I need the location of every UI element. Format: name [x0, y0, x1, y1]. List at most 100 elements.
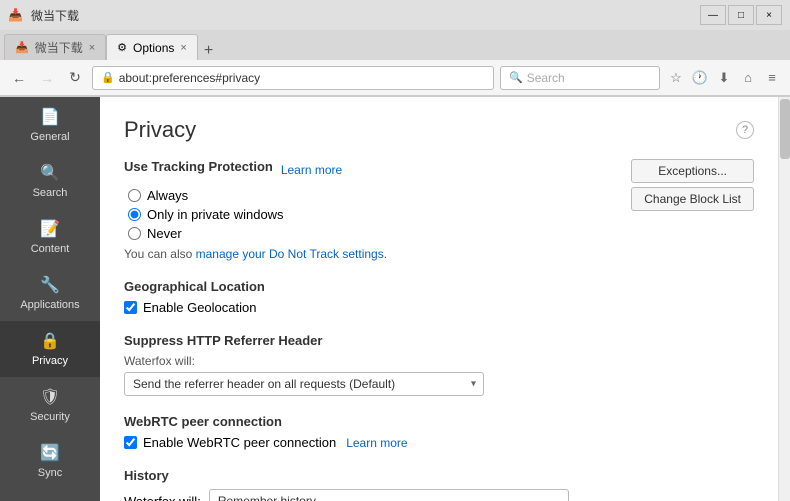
tab-options-favicon: ⚙	[117, 41, 127, 54]
security-icon: 🛡	[40, 387, 60, 407]
search-nav-icon: 🔍	[40, 163, 60, 183]
scrollbar-thumb[interactable]	[780, 99, 790, 159]
download-button[interactable]: ⬇	[714, 68, 734, 88]
sidebar-label-security: Security	[30, 411, 70, 423]
title-bar: 📥 微当下载 — □ ×	[0, 0, 790, 30]
privacy-icon: 🔒	[40, 331, 60, 351]
help-icon[interactable]: ?	[736, 121, 754, 139]
tab-xiadan[interactable]: 📥 微当下载 ×	[4, 34, 106, 60]
radio-never-input[interactable]	[128, 227, 141, 240]
radio-only-private-input[interactable]	[128, 208, 141, 221]
dnt-settings-link[interactable]: manage your Do Not Track settings	[196, 247, 384, 261]
tab-xiadan-favicon: 📥	[15, 41, 29, 54]
radio-only-private: Only in private windows	[128, 207, 387, 222]
sidebar-item-search[interactable]: 🔍 Search	[0, 153, 100, 209]
change-block-list-button[interactable]: Change Block List	[631, 187, 754, 211]
tab-options-close[interactable]: ×	[180, 42, 186, 54]
geo-checkbox[interactable]	[124, 301, 137, 314]
page-title: Privacy	[124, 117, 196, 143]
forward-button[interactable]: →	[36, 67, 58, 89]
sidebar-item-security[interactable]: 🛡 Security	[0, 377, 100, 433]
back-button[interactable]: ←	[8, 67, 30, 89]
tab-bar: 📥 微当下载 × ⚙ Options × +	[0, 30, 790, 60]
radio-always: Always	[128, 188, 387, 203]
tracking-protection-section: Use Tracking Protection Learn more Alway…	[124, 159, 754, 261]
exceptions-button[interactable]: Exceptions...	[631, 159, 754, 183]
url-bar[interactable]: 🔒 about:preferences#privacy	[92, 66, 494, 90]
window-controls: — □ ×	[700, 5, 782, 25]
tracking-header: Use Tracking Protection Learn more	[124, 159, 387, 180]
sidebar-label-general: General	[30, 131, 69, 143]
main-layout: 📄 General 🔍 Search 📝 Content 🔧 Applicati…	[0, 97, 790, 501]
referrer-select[interactable]: Send the referrer header on all requests…	[124, 372, 484, 396]
search-icon: 🔍	[509, 71, 523, 84]
sidebar-item-privacy[interactable]: 🔒 Privacy	[0, 321, 100, 377]
sidebar-label-applications: Applications	[20, 299, 79, 311]
webrtc-label: Enable WebRTC peer connection	[143, 435, 336, 450]
scrollbar[interactable]	[778, 97, 790, 501]
referrer-title: Suppress HTTP Referrer Header	[124, 333, 754, 348]
sidebar-item-advanced[interactable]: ⚙ Advanced	[0, 489, 100, 501]
tracking-buttons: Exceptions... Change Block List	[631, 159, 754, 211]
address-icons: ☆ 🕐 ⬇ ⌂ ≡	[666, 68, 782, 88]
history-select[interactable]: Remember history Never remember history …	[209, 489, 569, 501]
content-area: Privacy ? Use Tracking Protection Learn …	[100, 97, 778, 501]
referrer-section: Suppress HTTP Referrer Header Waterfox w…	[124, 333, 754, 396]
geo-label: Enable Geolocation	[143, 300, 256, 315]
track-note-prefix: You can also	[124, 247, 196, 261]
sync-icon: 🔄	[40, 443, 60, 463]
track-note-suffix: .	[384, 247, 387, 261]
sidebar-label-sync: Sync	[38, 467, 62, 479]
tracking-learn-more[interactable]: Learn more	[281, 163, 342, 177]
tab-options[interactable]: ⚙ Options ×	[106, 34, 198, 60]
home-button[interactable]: ⌂	[738, 68, 758, 88]
app-icon: 📥	[8, 8, 23, 22]
geo-location-section: Geographical Location Enable Geolocation	[124, 279, 754, 315]
title-bar-left: 📥 微当下载	[8, 7, 79, 24]
webrtc-title: WebRTC peer connection	[124, 414, 754, 429]
url-favicon: 🔒	[101, 71, 115, 84]
reload-button[interactable]: ↻	[64, 67, 86, 89]
tracking-title: Use Tracking Protection	[124, 159, 273, 174]
referrer-select-wrapper: Send the referrer header on all requests…	[124, 372, 484, 396]
sidebar-item-content[interactable]: 📝 Content	[0, 209, 100, 265]
page-title-row: Privacy ?	[124, 117, 754, 143]
app-name: 微当下载	[31, 7, 79, 24]
menu-button[interactable]: ≡	[762, 68, 782, 88]
history-row: Waterfox will: Remember history Never re…	[124, 489, 754, 501]
sidebar-item-general[interactable]: 📄 General	[0, 97, 100, 153]
tab-options-label: Options	[133, 41, 174, 55]
address-bar: ← → ↻ 🔒 about:preferences#privacy 🔍 Sear…	[0, 60, 790, 96]
new-tab-button[interactable]: +	[198, 42, 219, 60]
radio-only-private-label: Only in private windows	[147, 207, 284, 222]
geo-title: Geographical Location	[124, 279, 754, 294]
webrtc-checkbox[interactable]	[124, 436, 137, 449]
radio-always-input[interactable]	[128, 189, 141, 202]
tab-xiadan-label: 微当下载	[35, 39, 83, 56]
webrtc-section: WebRTC peer connection Enable WebRTC pee…	[124, 414, 754, 450]
minimize-button[interactable]: —	[700, 5, 726, 25]
history-section: History Waterfox will: Remember history …	[124, 468, 754, 501]
sidebar-label-privacy: Privacy	[32, 355, 68, 367]
search-placeholder: Search	[527, 71, 565, 85]
tracking-radio-group: Always Only in private windows Never	[128, 188, 387, 241]
sidebar-item-sync[interactable]: 🔄 Sync	[0, 433, 100, 489]
sidebar: 📄 General 🔍 Search 📝 Content 🔧 Applicati…	[0, 97, 100, 501]
webrtc-learn-more[interactable]: Learn more	[346, 436, 407, 450]
history-title: History	[124, 468, 754, 483]
tab-xiadan-close[interactable]: ×	[89, 42, 95, 54]
content-icon: 📝	[40, 219, 60, 239]
bookmark-button[interactable]: ☆	[666, 68, 686, 88]
close-button[interactable]: ×	[756, 5, 782, 25]
history-button[interactable]: 🕐	[690, 68, 710, 88]
radio-always-label: Always	[147, 188, 188, 203]
sidebar-label-content: Content	[31, 243, 70, 255]
geo-checkbox-item: Enable Geolocation	[124, 300, 754, 315]
search-box[interactable]: 🔍 Search	[500, 66, 660, 90]
sidebar-item-applications[interactable]: 🔧 Applications	[0, 265, 100, 321]
window-chrome: 📥 微当下载 — □ × 📥 微当下载 × ⚙ Options × + ← → …	[0, 0, 790, 97]
radio-never-label: Never	[147, 226, 182, 241]
maximize-button[interactable]: □	[728, 5, 754, 25]
url-text: about:preferences#privacy	[119, 71, 260, 85]
history-select-wrapper: Remember history Never remember history …	[209, 489, 569, 501]
